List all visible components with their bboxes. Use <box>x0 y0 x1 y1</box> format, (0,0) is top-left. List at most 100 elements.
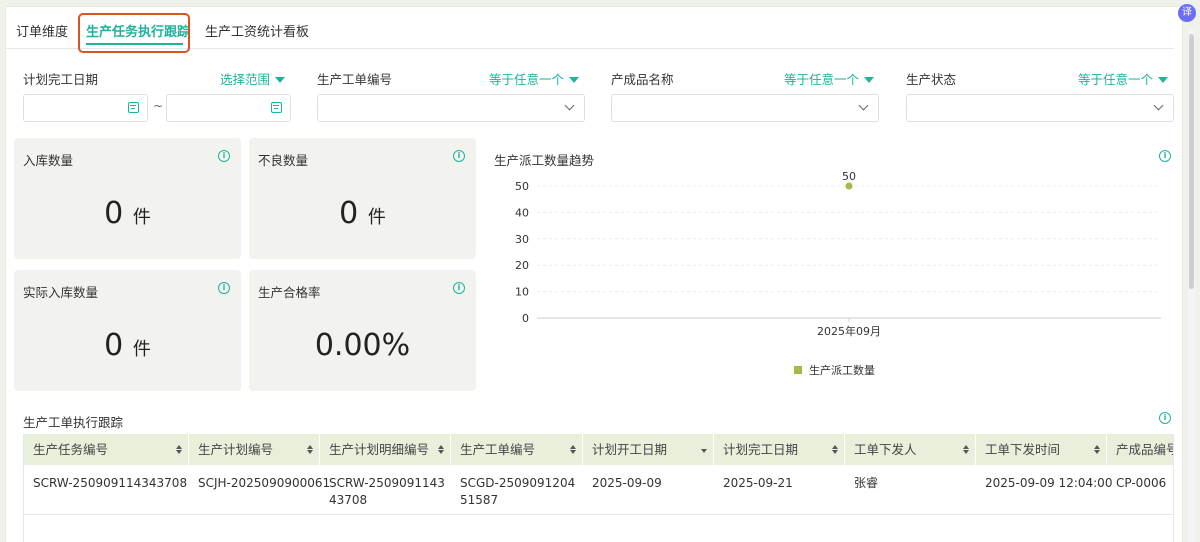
caret-down-icon <box>1158 77 1169 83</box>
table-row[interactable]: SCRW-250909114343708 SCJH-2025090900061 … <box>24 465 1173 515</box>
filter-op-plan-finish-date[interactable]: 选择范围 <box>220 69 286 88</box>
table-cell: SCRW-250909114343708 <box>329 476 445 507</box>
table-cell: 2025-09-09 <box>592 476 662 490</box>
tab-order-dimension[interactable]: 订单维度 <box>16 21 68 40</box>
table-cell: SCGD-250909120451587 <box>460 476 576 507</box>
date-range-separator: ~ <box>153 99 164 113</box>
active-tab-highlight-box <box>78 13 190 53</box>
chevron-down-icon <box>564 100 575 111</box>
column-label: 生产计划编号 <box>198 442 274 457</box>
filter-label-work-order-no: 生产工单编号 <box>317 72 393 87</box>
sort-icon[interactable] <box>438 445 444 455</box>
card-in-qty: 入库数量 i 0 件 <box>14 138 241 259</box>
value-number: 0 <box>339 196 359 231</box>
date-start-input[interactable] <box>23 94 148 122</box>
calendar-icon[interactable] <box>271 102 282 113</box>
filter-op-label: 等于任意一个 <box>489 72 565 87</box>
value-unit: 件 <box>132 339 151 360</box>
info-icon[interactable]: i <box>453 282 465 294</box>
work-order-table: 生产任务编号 生产计划编号 生产计划明细编号 生产工单编号 计划开工日期 计划完… <box>23 434 1174 542</box>
table-cell: 张睿 <box>854 476 879 490</box>
card-title: 不良数量 <box>258 153 309 168</box>
sort-icon[interactable] <box>1094 445 1100 455</box>
table-cell: SCJH-2025090900061 <box>198 476 331 490</box>
column-header[interactable]: 产成品编号 <box>1107 434 1173 465</box>
caret-down-icon <box>864 77 875 83</box>
x-tick-label: 2025年09月 <box>817 324 881 338</box>
sort-icon[interactable] <box>963 445 969 455</box>
y-tick-label: 20 <box>515 259 529 272</box>
table-title: 生产工单执行跟踪 <box>23 415 124 430</box>
info-icon[interactable]: i <box>1159 412 1171 424</box>
sort-icon[interactable] <box>176 445 182 455</box>
page-scrollbar-thumb[interactable] <box>1189 34 1194 289</box>
card-title: 实际入库数量 <box>23 285 99 300</box>
value-unit: 件 <box>132 207 151 228</box>
column-header[interactable]: 工单下发时间 <box>976 434 1107 465</box>
table-header: 生产任务编号 生产计划编号 生产计划明细编号 生产工单编号 计划开工日期 计划完… <box>24 434 1173 465</box>
y-tick-label: 10 <box>515 286 529 299</box>
tab-production-wage-dashboard[interactable]: 生产工资统计看板 <box>205 21 309 40</box>
product-name-select[interactable] <box>611 94 879 122</box>
column-header[interactable]: 生产任务编号 <box>24 434 189 465</box>
filter-op-status[interactable]: 等于任意一个 <box>1078 69 1169 88</box>
translate-button[interactable]: 译 <box>1178 4 1196 22</box>
filter-op-label: 等于任意一个 <box>784 72 860 87</box>
filter-op-work-order-no[interactable]: 等于任意一个 <box>489 69 580 88</box>
card-value: 0.00% <box>249 328 476 363</box>
filter-label-status: 生产状态 <box>906 72 957 87</box>
work-order-no-select[interactable] <box>317 94 585 122</box>
column-label: 计划完工日期 <box>723 442 799 457</box>
dispatch-trend-chart: 0 10 20 30 40 50 2025年09月 50 生产派工数量 <box>515 170 1161 377</box>
date-end-input[interactable] <box>166 94 291 122</box>
info-icon[interactable]: i <box>1159 150 1171 162</box>
filter-op-product-name[interactable]: 等于任意一个 <box>784 69 875 88</box>
table-cell: CP-0006 <box>1116 476 1167 490</box>
tab-bar: 订单维度 生产任务执行跟踪 生产工资统计看板 <box>6 7 1174 53</box>
value-number: 0 <box>104 196 124 231</box>
column-header[interactable]: 计划开工日期 <box>583 434 714 465</box>
status-select[interactable] <box>906 94 1174 122</box>
filter-label-product-name: 产成品名称 <box>611 72 674 87</box>
filter-label-plan-finish-date: 计划完工日期 <box>23 72 99 87</box>
caret-down-icon <box>569 77 580 83</box>
info-icon[interactable]: i <box>218 150 230 162</box>
card-value: 0 件 <box>249 196 476 231</box>
data-label: 50 <box>842 170 856 183</box>
calendar-icon[interactable] <box>128 102 139 113</box>
info-icon[interactable]: i <box>453 150 465 162</box>
card-title: 生产合格率 <box>258 285 321 300</box>
column-label: 计划开工日期 <box>592 442 668 457</box>
column-header[interactable]: 生产工单编号 <box>451 434 583 465</box>
sort-icon[interactable] <box>832 445 838 455</box>
column-label: 工单下发时间 <box>985 442 1061 457</box>
sort-icon[interactable] <box>307 445 313 455</box>
column-label: 生产工单编号 <box>460 442 536 457</box>
value-number: 0.00% <box>314 328 411 363</box>
chevron-down-icon <box>1153 100 1164 111</box>
column-header[interactable]: 生产计划编号 <box>189 434 320 465</box>
card-title: 入库数量 <box>23 153 74 168</box>
main-panel: 订单维度 生产任务执行跟踪 生产工资统计看板 计划完工日期 选择范围 ~ 生产工… <box>5 6 1183 542</box>
value-unit: 件 <box>367 207 386 228</box>
y-tick-label: 40 <box>515 206 529 219</box>
legend-swatch <box>794 366 802 374</box>
column-header[interactable]: 计划完工日期 <box>714 434 845 465</box>
caret-down-icon <box>275 77 286 83</box>
column-label: 生产任务编号 <box>33 442 109 457</box>
value-number: 0 <box>104 328 124 363</box>
sort-icon[interactable] <box>570 445 576 455</box>
column-header[interactable]: 工单下发人 <box>845 434 976 465</box>
chevron-down-icon <box>858 100 869 111</box>
legend-label: 生产派工数量 <box>809 363 875 377</box>
sort-desc-icon[interactable] <box>701 445 707 455</box>
y-tick-label: 0 <box>522 312 529 325</box>
table-cell: 2025-09-21 <box>723 476 793 490</box>
card-actual-in-qty: 实际入库数量 i 0 件 <box>14 270 241 391</box>
card-pass-rate: 生产合格率 i 0.00% <box>249 270 476 391</box>
table-cell: SCRW-250909114343708 <box>33 476 188 490</box>
filter-op-label: 选择范围 <box>220 72 271 87</box>
column-header[interactable]: 生产计划明细编号 <box>320 434 451 465</box>
info-icon[interactable]: i <box>218 282 230 294</box>
column-label: 工单下发人 <box>854 442 917 457</box>
